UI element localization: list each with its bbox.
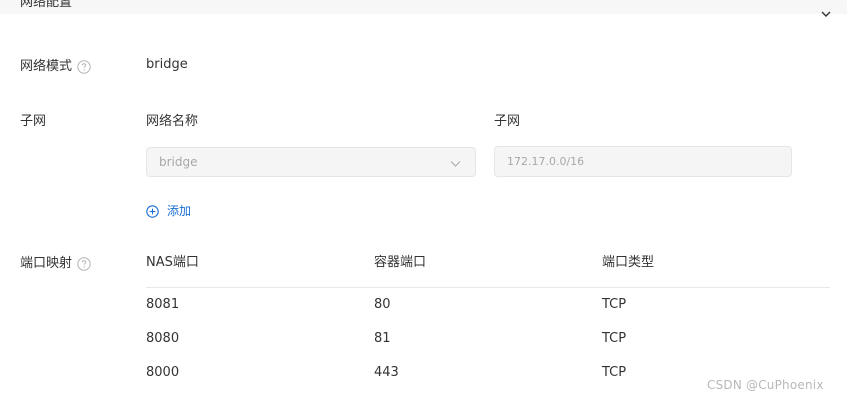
column-header-container-port: 容器端口 <box>374 255 427 270</box>
section-header[interactable]: 网络配置 <box>0 0 847 17</box>
port-type-cell: TCP <box>602 331 627 346</box>
network-name-header: 网络名称 <box>146 114 199 129</box>
network-name-select[interactable]: bridge <box>146 147 476 177</box>
nas-port-cell: 8080 <box>146 331 180 346</box>
chevron-up-icon[interactable] <box>821 9 831 19</box>
network-mode-value: bridge <box>146 57 188 72</box>
container-port-cell: 80 <box>374 297 391 312</box>
plus-circle-icon <box>146 204 159 218</box>
column-header-port-type: 端口类型 <box>602 255 655 270</box>
table-header-divider <box>146 287 830 288</box>
add-subnet-button[interactable]: 添加 <box>146 203 191 219</box>
subnet-header: 子网 <box>494 114 521 129</box>
network-config-panel: 网络配置 网络模式 bridge 子网 网络名称 子网 bridge 添加 <box>0 0 847 401</box>
question-circle-icon[interactable] <box>77 60 91 74</box>
watermark: CSDN @CuPhoenix <box>707 378 824 392</box>
nas-port-cell: 8000 <box>146 365 180 380</box>
chevron-down-icon <box>450 161 461 167</box>
container-port-cell: 443 <box>374 365 399 380</box>
port-mapping-label-group: 端口映射 <box>20 255 91 273</box>
network-mode-label: 网络模式 <box>20 59 73 74</box>
network-name-select-value: bridge <box>159 155 198 169</box>
network-mode-label-group: 网络模式 <box>20 58 91 76</box>
section-title: 网络配置 <box>20 0 73 10</box>
subnet-input[interactable] <box>494 146 792 177</box>
question-circle-icon[interactable] <box>77 257 91 271</box>
port-mapping-label: 端口映射 <box>20 256 73 271</box>
container-port-cell: 81 <box>374 331 391 346</box>
add-subnet-label: 添加 <box>167 204 192 218</box>
port-type-cell: TCP <box>602 365 627 380</box>
subnet-label: 子网 <box>20 114 47 129</box>
column-header-nas-port: NAS端口 <box>146 255 199 270</box>
port-type-cell: TCP <box>602 297 627 312</box>
nas-port-cell: 8081 <box>146 297 180 312</box>
